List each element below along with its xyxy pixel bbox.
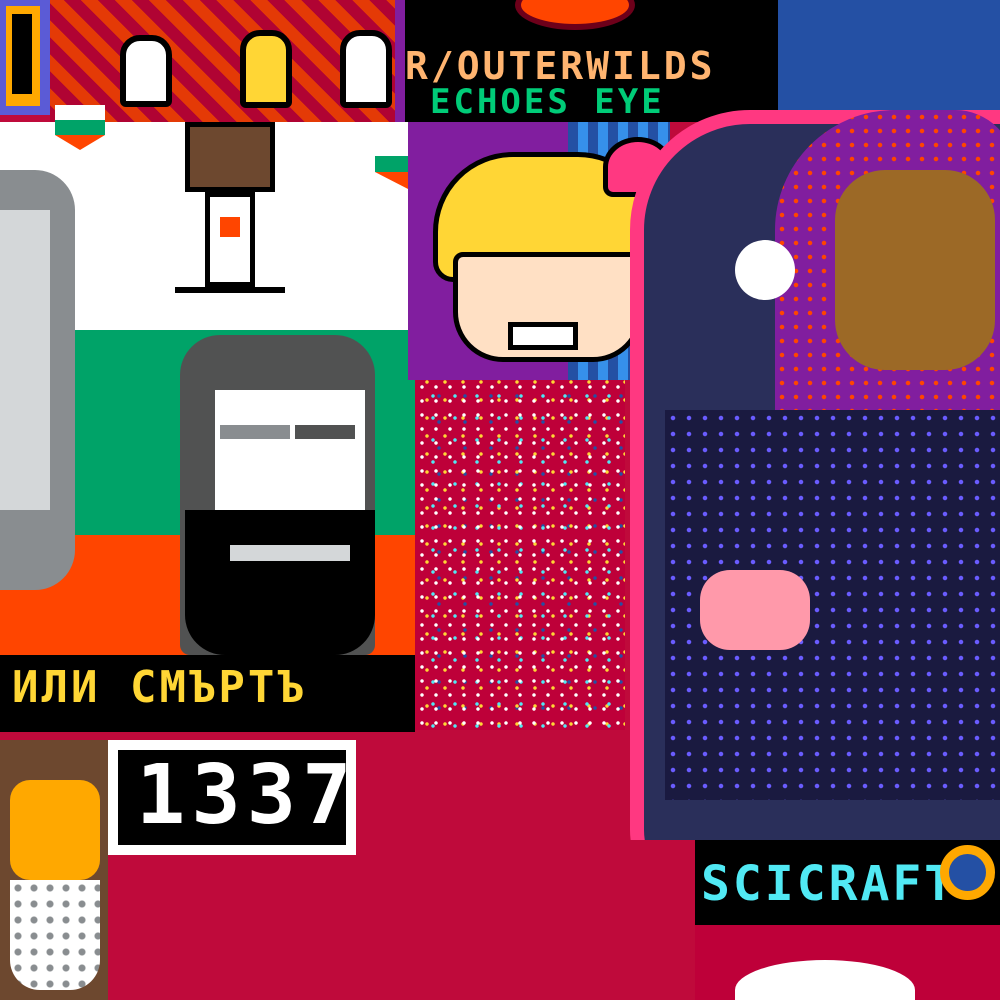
portrait-bearded-man [160,335,395,655]
flag-motto-text: ИЛИ СМЪРТЪ [12,662,307,713]
pompom [735,240,795,300]
trophy-left-icon [120,35,172,107]
bearded-figure-bottom-left [0,740,108,1000]
eye-icon [515,0,635,30]
leet-number: 1337 [136,748,356,843]
mouth [508,322,578,350]
trophy-checkered-panel [50,0,395,122]
noisy-crimson-panel [415,380,625,730]
scicraft-panel: SCICRAFT [695,840,1000,1000]
trophy-center-icon [240,30,292,108]
pixel-canvas[interactable]: R/OUTERWILDS ECHOES EYE ИЛИ СМЪРТЪ 1337 … [0,0,1000,1000]
scicraft-label: SCICRAFT [701,856,957,912]
top-left-orange-tile [0,0,50,115]
leet-box: 1337 [108,740,356,855]
grey-figure-left [0,170,75,590]
hoodie-portrait-panel [625,90,1000,840]
trophy-right-icon [340,30,392,108]
hand [700,570,810,650]
face-area [835,170,995,370]
orange-ring-icon [940,845,995,900]
small-character [175,122,285,297]
heart-left-icon [55,105,105,150]
